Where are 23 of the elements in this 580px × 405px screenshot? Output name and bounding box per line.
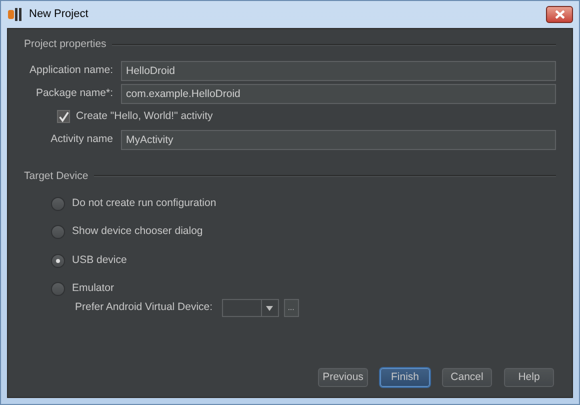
radio-option[interactable]: Do not create run configuration — [51, 189, 216, 218]
field-label: Activity name — [50, 132, 114, 147]
section-title: Project properties — [24, 37, 106, 52]
dialog-button[interactable]: Previous — [318, 368, 368, 387]
radio-option[interactable]: USB device — [51, 246, 127, 275]
text-field[interactable]: MyActivity — [121, 130, 556, 150]
window-title: New Project — [29, 7, 88, 22]
checkbox[interactable] — [57, 110, 70, 124]
dialog-button[interactable]: Cancel — [442, 368, 492, 387]
section-title: Target Device — [24, 168, 88, 184]
caret-icon — [266, 306, 274, 311]
text-field[interactable]: com.example.HelloDroid — [121, 84, 556, 104]
checkbox-label: Create "Hello, World!" activity — [76, 108, 213, 124]
dialog-button[interactable]: Finish — [380, 368, 430, 387]
field-label: Package name*: — [34, 86, 114, 101]
close-icon — [554, 10, 564, 20]
close-button[interactable] — [546, 6, 573, 23]
radio-option[interactable]: Show device chooser dialog — [51, 218, 203, 246]
dialog-button[interactable]: Help — [504, 368, 554, 387]
app-icon — [7, 7, 23, 22]
field-label: Application name: — [28, 62, 114, 78]
text-field[interactable]: HelloDroid — [121, 60, 556, 81]
browse-button[interactable]: ... — [284, 299, 299, 318]
